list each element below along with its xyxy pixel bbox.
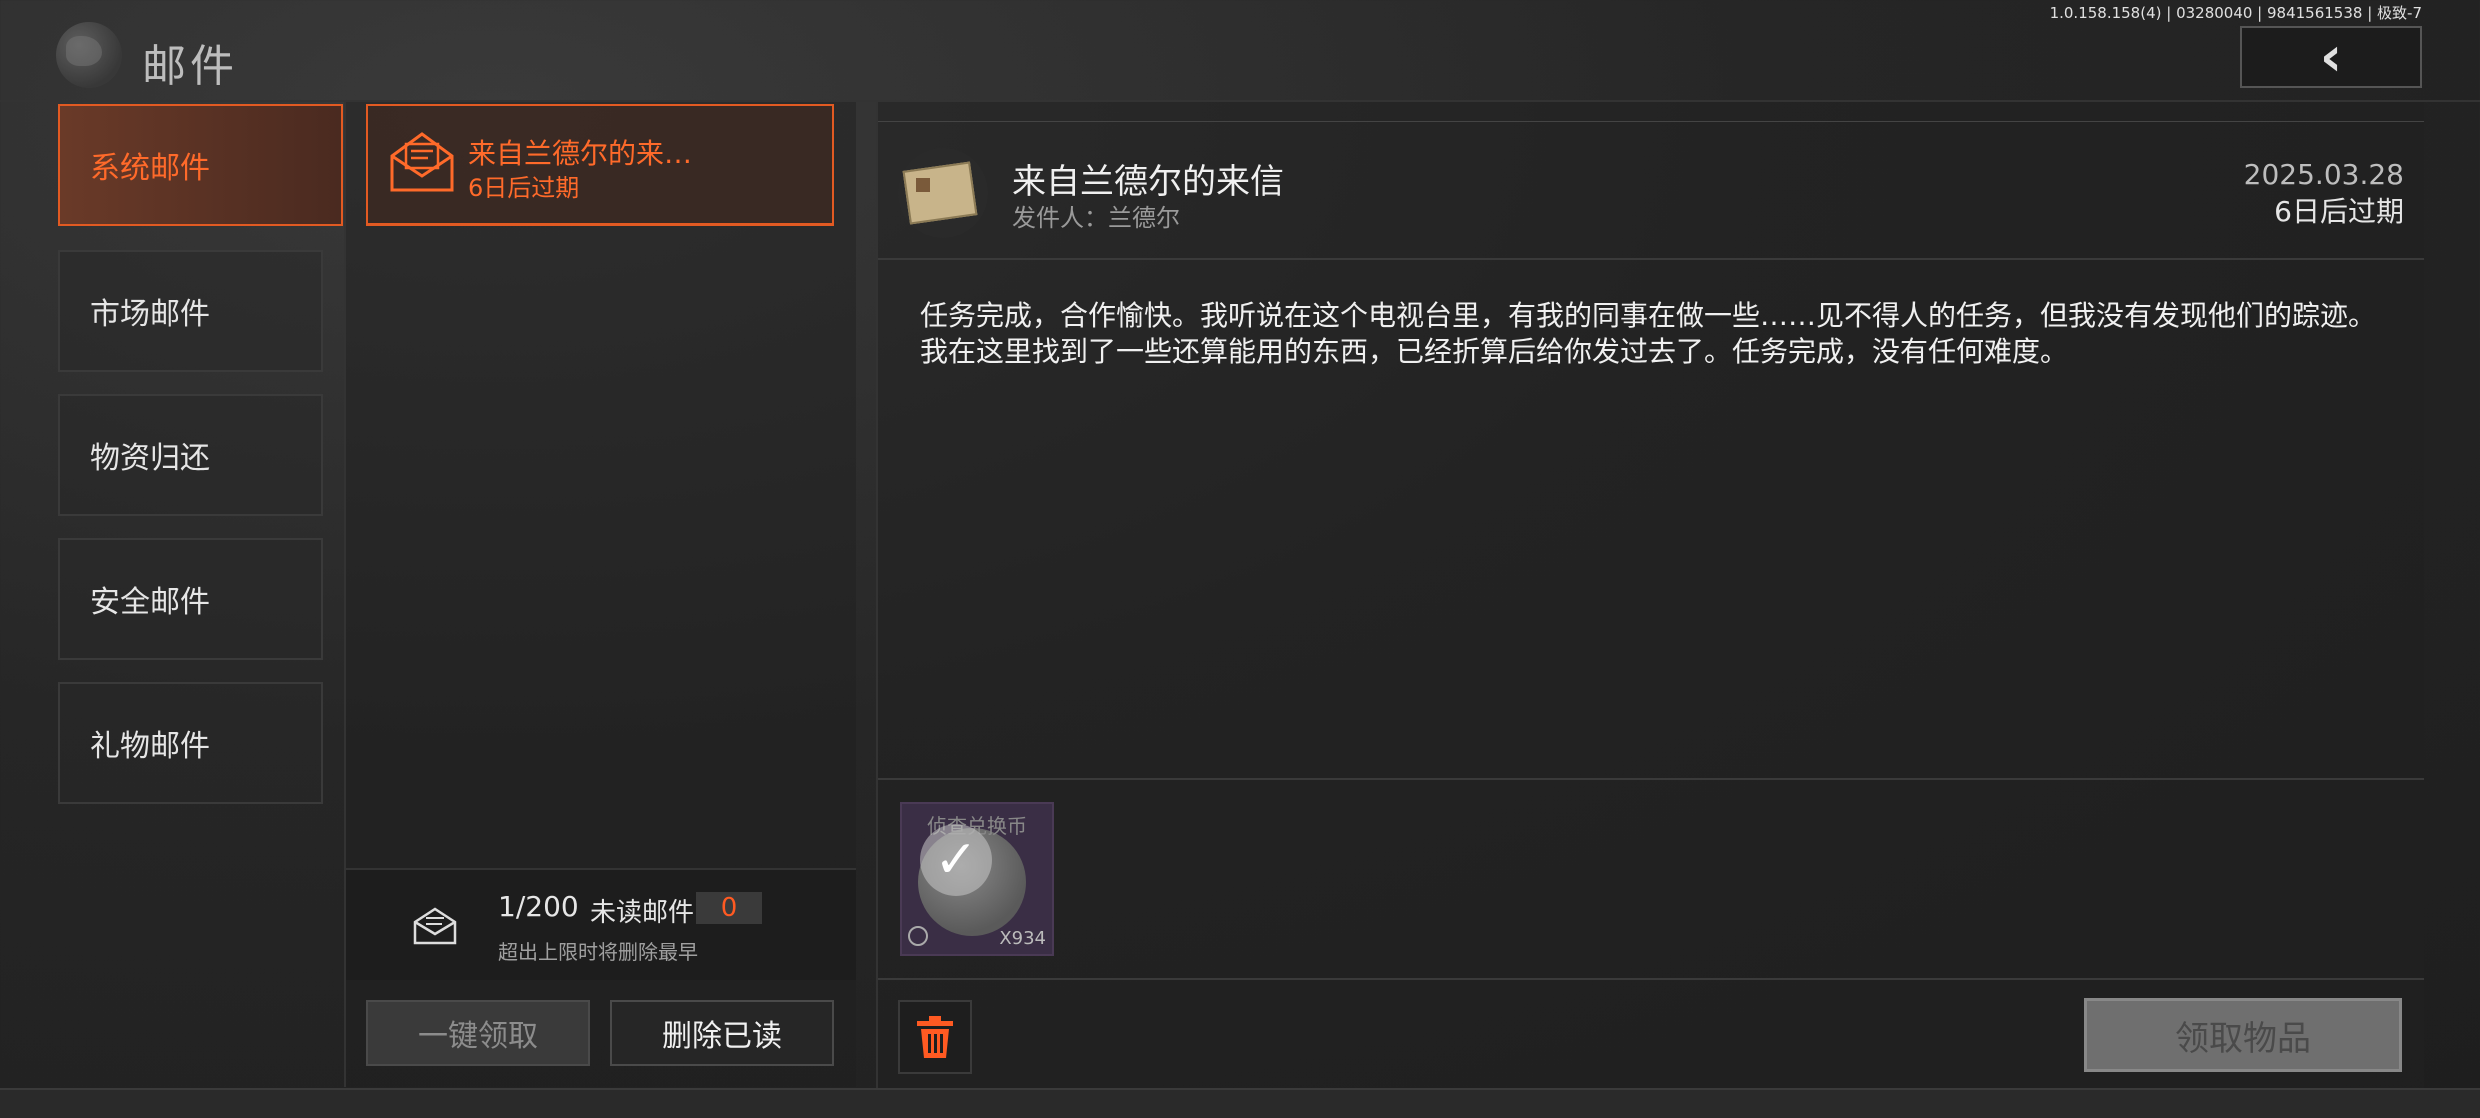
sidebar-item-label: 市场邮件 — [90, 297, 210, 332]
sidebar-item-label: 系统邮件 — [90, 151, 210, 186]
mail-detail-title: 来自兰德尔的来信 — [1012, 162, 1284, 202]
globe-icon — [56, 22, 122, 88]
sidebar-item-label: 安全邮件 — [90, 585, 210, 620]
trash-icon — [917, 1016, 953, 1058]
top-bar: 邮件 1.0.158.158(4) | 03280040 | 984156153… — [0, 0, 2480, 102]
sidebar-item-supply-return[interactable]: 物资归还 — [58, 394, 323, 516]
mail-sender: 发件人：兰德尔 — [1012, 204, 1180, 232]
envelope-icon — [390, 132, 454, 192]
sidebar-item-gift-mail[interactable]: 礼物邮件 — [58, 682, 323, 804]
divider — [878, 978, 2424, 980]
divider — [878, 258, 2424, 260]
delete-mail-button[interactable] — [898, 1000, 972, 1074]
attachment-quantity: X934 — [999, 928, 1046, 949]
mail-item-expire: 6日后过期 — [468, 174, 580, 202]
decorative-header-strip — [878, 102, 2424, 122]
mail-limit-note: 超出上限时将删除最早 — [498, 940, 698, 964]
chevron-left-icon: ‹ — [2319, 25, 2343, 88]
sidebar-item-label: 礼物邮件 — [90, 729, 210, 764]
checkmark-icon: ✓ — [920, 824, 992, 896]
unread-label: 未读邮件 — [590, 898, 695, 928]
sidebar-item-secure-mail[interactable]: 安全邮件 — [58, 538, 323, 660]
back-button[interactable]: ‹ — [2240, 26, 2422, 88]
mail-detail-panel: 来自兰德尔的来信 发件人：兰德尔 2025.03.28 6日后过期 任务完成，合… — [876, 102, 2424, 1102]
unread-count-badge: 0 — [696, 892, 762, 924]
mail-item-title: 来自兰德尔的来… — [468, 137, 693, 170]
delete-read-button[interactable]: 删除已读 — [610, 1000, 834, 1066]
divider — [878, 778, 2424, 780]
sidebar-item-market-mail[interactable]: 市场邮件 — [58, 250, 323, 372]
claim-all-button[interactable]: 一键领取 — [366, 1000, 590, 1066]
bottom-bar — [0, 1088, 2480, 1118]
envelope-icon — [413, 907, 457, 945]
mail-expire: 6日后过期 — [2274, 195, 2404, 228]
version-info: 1.0.158.158(4) | 03280040 | 9841561538 |… — [2049, 4, 2422, 22]
sidebar-item-label: 物资归还 — [90, 441, 210, 476]
claim-items-button[interactable]: 领取物品 — [2084, 998, 2402, 1072]
sidebar-item-system-mail[interactable]: 系统邮件 — [58, 104, 343, 226]
mail-body: 任务完成，合作愉快。我听说在这个电视台里，有我的同事在做一些……见不得人的任务，… — [920, 299, 2377, 368]
mail-count: 1/200 — [498, 890, 579, 923]
letter-icon — [898, 148, 988, 238]
mail-date: 2025.03.28 — [2243, 158, 2404, 191]
mail-count-panel: 1/200 未读邮件 0 超出上限时将删除最早 — [346, 868, 856, 980]
attachment-item[interactable]: 侦查兑换币 ✓ X934 — [900, 802, 1054, 956]
clock-icon — [908, 926, 928, 946]
mail-list-item[interactable]: 来自兰德尔的来… 6日后过期 — [366, 104, 834, 226]
page-title: 邮件 — [142, 41, 238, 92]
